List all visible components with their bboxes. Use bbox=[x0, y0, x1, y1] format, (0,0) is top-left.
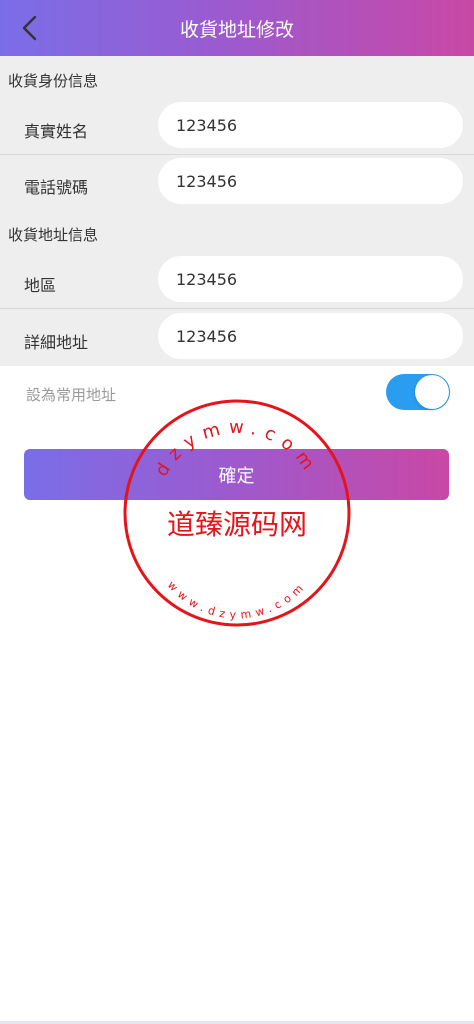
name-input[interactable] bbox=[158, 102, 463, 148]
phone-label: 電話號碼 bbox=[24, 178, 89, 197]
detail-address-label: 詳細地址 bbox=[24, 333, 89, 352]
address-form: 收貨身份信息 真實姓名 電話號碼 收貨地址信息 地區 詳細地址 bbox=[0, 56, 474, 366]
detail-address-input[interactable] bbox=[158, 313, 463, 359]
field-row-detail-address: 詳細地址 bbox=[0, 311, 474, 365]
row-divider bbox=[0, 308, 474, 309]
phone-input[interactable] bbox=[158, 158, 463, 204]
field-row-phone: 電話號碼 bbox=[0, 156, 474, 210]
stamp-bottom-text: www.dzymw.com bbox=[165, 579, 309, 622]
default-address-toggle[interactable] bbox=[386, 374, 450, 410]
stamp-center-text: 道臻源码网 bbox=[167, 508, 307, 541]
page-title: 收貨地址修改 bbox=[179, 18, 294, 41]
section-title-identity: 收貨身份信息 bbox=[8, 72, 99, 90]
section-title-address: 收貨地址信息 bbox=[8, 226, 99, 244]
stamp-top-text: dzymw.com bbox=[151, 417, 323, 481]
region-input[interactable] bbox=[158, 256, 463, 302]
watermark-stamp: dzymw.com 道臻源码网 www.dzymw.com bbox=[123, 399, 351, 627]
name-label: 真實姓名 bbox=[24, 122, 89, 141]
toggle-knob bbox=[415, 375, 449, 409]
field-row-region: 地區 bbox=[0, 254, 474, 308]
region-label: 地區 bbox=[24, 276, 57, 295]
top-bar: 收貨地址修改 bbox=[0, 0, 474, 56]
chevron-left-icon bbox=[22, 15, 37, 41]
row-divider bbox=[0, 154, 474, 155]
field-row-name: 真實姓名 bbox=[0, 100, 474, 154]
default-address-label: 設為常用地址 bbox=[26, 386, 117, 404]
back-button[interactable] bbox=[14, 12, 46, 44]
